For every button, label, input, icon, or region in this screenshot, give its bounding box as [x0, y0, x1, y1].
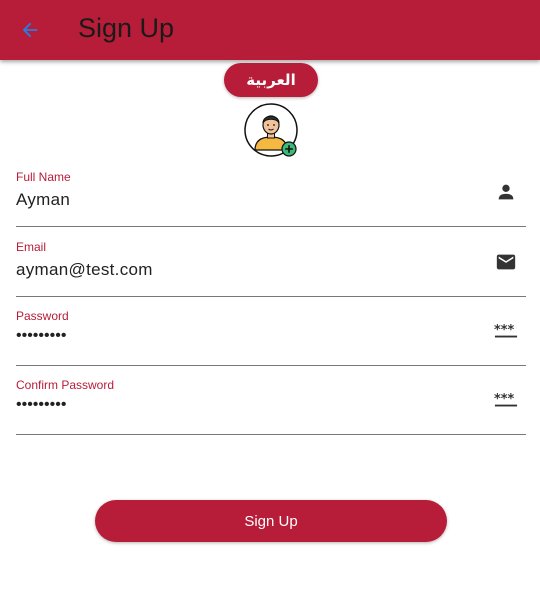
sign-up-button[interactable]: Sign Up [95, 500, 447, 542]
full-name-input[interactable]: Ayman [16, 190, 70, 210]
arrow-back-icon [22, 22, 38, 38]
confirm-password-field[interactable]: Confirm Password ••••••••• *** [16, 378, 526, 435]
password-input[interactable]: ••••••••• [16, 327, 66, 345]
language-toggle-button[interactable]: العربية [224, 63, 318, 97]
page-title: Sign Up [78, 13, 175, 43]
svg-text:***: *** [494, 323, 514, 338]
full-name-field[interactable]: Full Name Ayman [16, 170, 526, 227]
back-button[interactable] [14, 14, 46, 46]
email-field[interactable]: Email ayman@test.com [16, 240, 526, 297]
email-label: Email [16, 240, 47, 254]
confirm-password-label: Confirm Password [16, 378, 115, 392]
avatar-picker[interactable] [244, 103, 298, 157]
app-bar: Sign Up [0, 0, 540, 60]
full-name-label: Full Name [16, 170, 71, 184]
person-icon [494, 180, 518, 204]
password-field[interactable]: Password ••••••••• *** [16, 309, 526, 366]
user-add-avatar-icon [244, 103, 298, 157]
password-icon: *** [494, 319, 518, 343]
confirm-password-input[interactable]: ••••••••• [16, 396, 66, 414]
mail-icon [494, 250, 518, 274]
password-label: Password [16, 309, 69, 323]
email-input[interactable]: ayman@test.com [16, 260, 153, 280]
svg-text:***: *** [494, 392, 514, 407]
password-icon: *** [494, 388, 518, 412]
